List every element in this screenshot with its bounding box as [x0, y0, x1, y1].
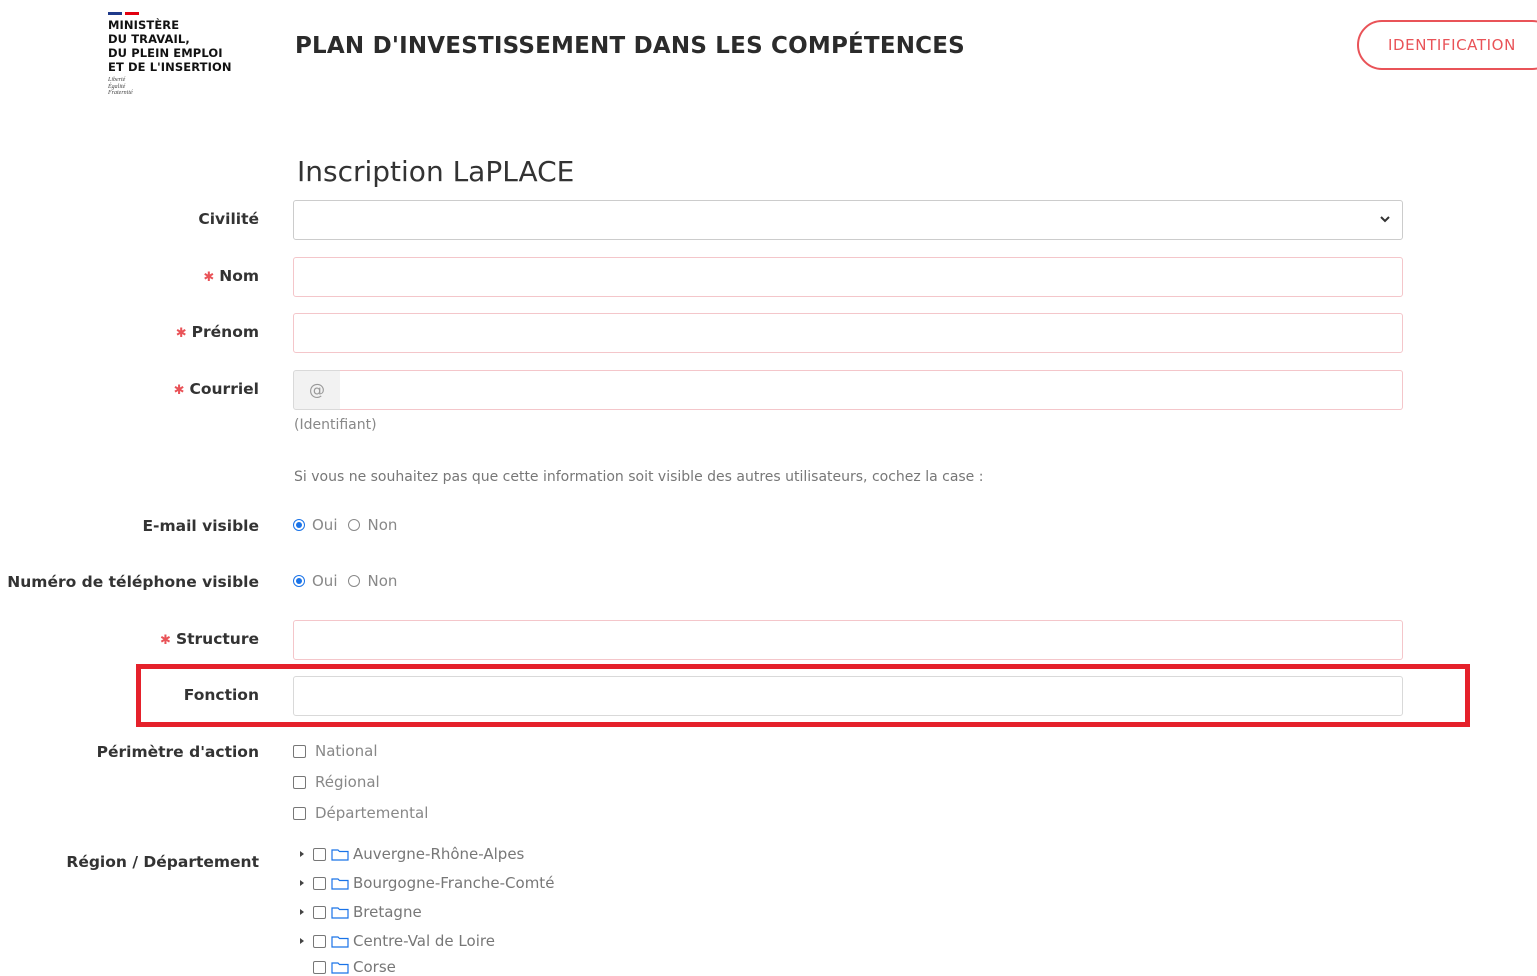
- regional-checkbox[interactable]: [293, 775, 306, 789]
- civilite-select[interactable]: [293, 200, 1403, 240]
- folder-icon: [331, 906, 349, 919]
- folder-icon: [331, 935, 349, 948]
- expand-caret-icon[interactable]: [300, 880, 304, 886]
- email-visible-no-radio[interactable]: [348, 519, 361, 531]
- folder-icon: [331, 961, 349, 974]
- courriel-label: ✱ Courriel: [174, 380, 259, 398]
- expand-caret-icon[interactable]: [300, 909, 304, 915]
- perimetre-option-departemental[interactable]: Départemental: [293, 804, 428, 822]
- courriel-label-text: Courriel: [189, 380, 260, 398]
- region-name[interactable]: Centre-Val de Loire: [353, 932, 495, 950]
- phone-visible-radio-group: Oui Non: [293, 572, 408, 590]
- region-checkbox[interactable]: [313, 847, 326, 861]
- phone-visible-label-text: Numéro de téléphone visible: [7, 573, 259, 591]
- perimetre-label-text: Périmètre d'action: [96, 743, 259, 761]
- site-title: PLAN D'INVESTISSEMENT DANS LES COMPÉTENC…: [295, 33, 965, 59]
- expand-caret-icon[interactable]: [300, 938, 304, 944]
- nom-input[interactable]: [293, 257, 1403, 297]
- required-icon: ✱: [203, 270, 215, 285]
- marianne-flag-icon: [108, 12, 248, 15]
- prenom-label: ✱ Prénom: [176, 323, 259, 341]
- email-visible-label-text: E-mail visible: [142, 517, 259, 535]
- folder-icon: [331, 877, 349, 890]
- prenom-label-text: Prénom: [191, 323, 259, 341]
- logo-text: MINISTÈRE DU TRAVAIL, DU PLEIN EMPLOI ET…: [108, 18, 232, 74]
- civilite-label-text: Civilité: [198, 210, 259, 228]
- perimetre-option-national[interactable]: National: [293, 742, 378, 760]
- nom-label: ✱ Nom: [203, 267, 259, 285]
- perimetre-option-regional[interactable]: Régional: [293, 773, 380, 791]
- region-checkbox[interactable]: [313, 960, 326, 974]
- required-icon: ✱: [160, 633, 171, 648]
- structure-input[interactable]: [293, 620, 1403, 660]
- departemental-label[interactable]: Départemental: [315, 804, 428, 822]
- region-name[interactable]: Corse: [353, 958, 396, 976]
- required-icon: ✱: [173, 383, 185, 398]
- logo-motto: Liberté Égalité Fraternité: [108, 77, 133, 96]
- phone-visible-no-radio[interactable]: [348, 575, 361, 587]
- form-title: Inscription LaPLACE: [297, 155, 575, 188]
- region-checkbox[interactable]: [313, 934, 326, 948]
- national-checkbox[interactable]: [293, 744, 306, 758]
- email-visible-radio-group: Oui Non: [293, 516, 408, 534]
- required-icon: ✱: [175, 326, 187, 341]
- folder-icon: [331, 848, 349, 861]
- courriel-input[interactable]: [340, 370, 1403, 410]
- regional-label[interactable]: Régional: [315, 773, 380, 791]
- departemental-checkbox[interactable]: [293, 806, 306, 820]
- expand-caret-icon[interactable]: [300, 851, 304, 857]
- at-icon: @: [293, 370, 341, 410]
- email-visible-label: E-mail visible: [142, 517, 259, 535]
- email-visible-yes-label[interactable]: Oui: [312, 516, 337, 534]
- ministry-logo: MINISTÈRE DU TRAVAIL, DU PLEIN EMPLOI ET…: [108, 12, 248, 97]
- perimetre-label: Périmètre d'action: [97, 743, 259, 761]
- visibility-note: Si vous ne souhaitez pas que cette infor…: [294, 469, 984, 485]
- structure-label-text: Structure: [175, 630, 259, 648]
- email-visible-no-label[interactable]: Non: [367, 516, 397, 534]
- tree-item-bretagne[interactable]: Bretagne: [297, 903, 422, 921]
- prenom-input[interactable]: [293, 313, 1403, 353]
- region-label-text: Région / Département: [66, 853, 259, 871]
- tree-item-auvergne[interactable]: Auvergne-Rhône-Alpes: [297, 845, 524, 863]
- civilite-label: Civilité: [198, 210, 259, 228]
- tree-item-bourgogne[interactable]: Bourgogne-Franche-Comté: [297, 874, 554, 892]
- nom-label-text: Nom: [219, 267, 259, 285]
- region-checkbox[interactable]: [313, 905, 326, 919]
- region-label: Région / Département: [66, 853, 259, 871]
- courriel-help: (Identifiant): [294, 417, 377, 433]
- structure-label: ✱ Structure: [160, 630, 259, 648]
- phone-visible-yes-radio[interactable]: [293, 575, 305, 587]
- tree-item-centre[interactable]: Centre-Val de Loire: [297, 932, 495, 950]
- region-name[interactable]: Bretagne: [353, 903, 422, 921]
- chevron-down-icon: [1380, 216, 1390, 223]
- region-checkbox[interactable]: [313, 876, 326, 890]
- email-visible-yes-radio[interactable]: [293, 519, 305, 531]
- tree-item-corse[interactable]: Corse: [297, 958, 396, 976]
- phone-visible-yes-label[interactable]: Oui: [312, 572, 337, 590]
- region-name[interactable]: Auvergne-Rhône-Alpes: [353, 845, 524, 863]
- phone-visible-label: Numéro de téléphone visible: [7, 573, 259, 591]
- fonction-highlight-box: [136, 664, 1470, 727]
- phone-visible-no-label[interactable]: Non: [367, 572, 397, 590]
- national-label[interactable]: National: [315, 742, 378, 760]
- identification-button[interactable]: IDENTIFICATION: [1357, 20, 1537, 70]
- region-name[interactable]: Bourgogne-Franche-Comté: [353, 874, 554, 892]
